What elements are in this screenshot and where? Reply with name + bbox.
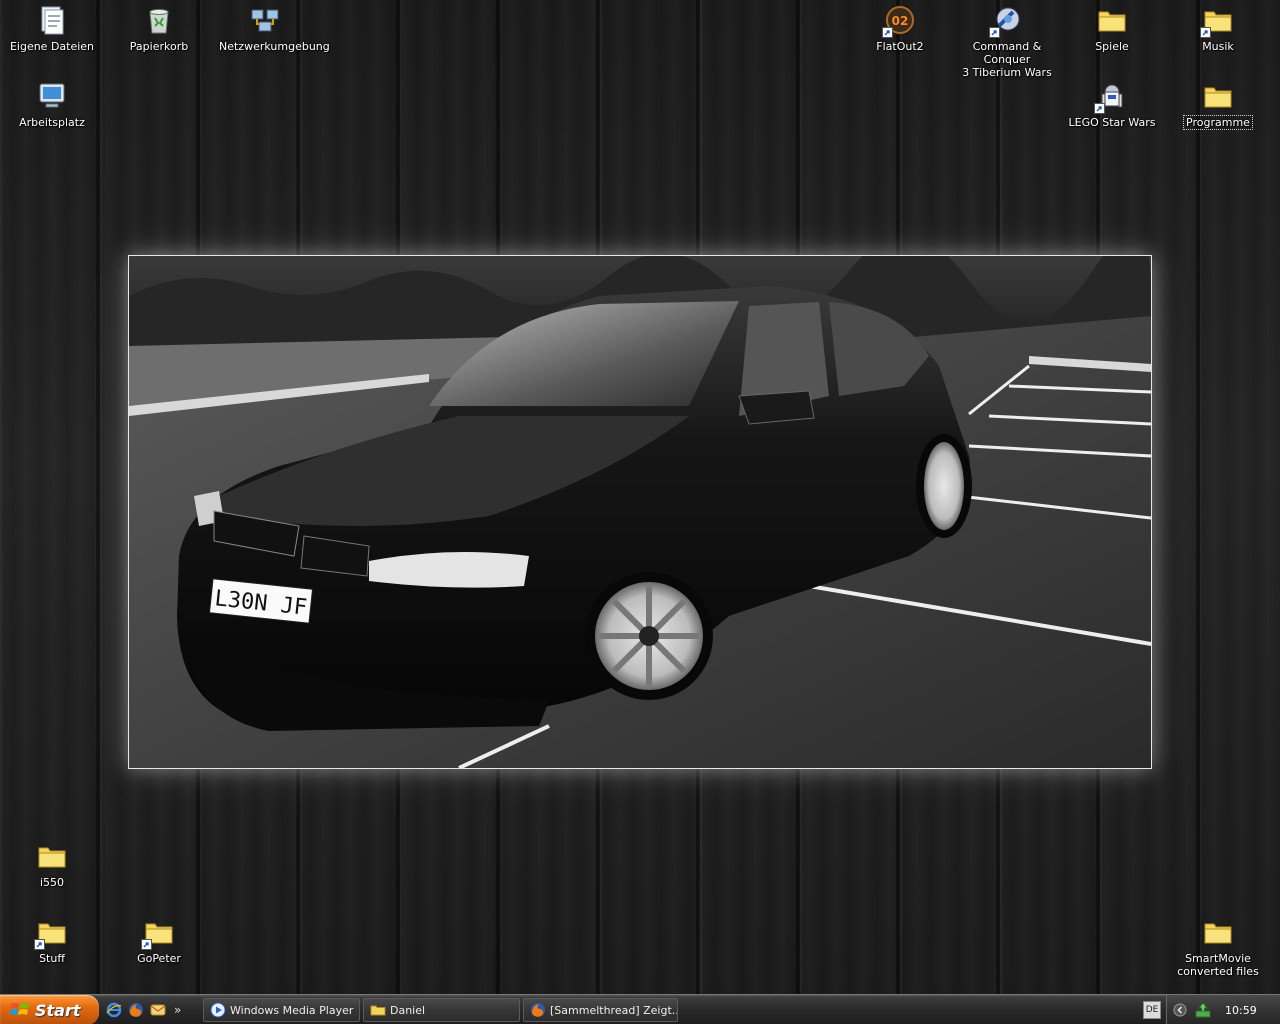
cnc-game-icon [989,4,1023,38]
folder-icon [370,1002,386,1018]
clock[interactable]: 10:59 [1225,1004,1257,1017]
desktop-icon-label: Spiele [1095,40,1129,53]
start-button[interactable]: Start [0,995,99,1024]
desktop-icon-cnc3[interactable]: Command & Conquer 3 Tiberium Wars [948,4,1066,79]
desktop-icon-musik[interactable]: Musik [1170,4,1266,53]
desktop-icon-stuff[interactable]: Stuff [4,916,100,965]
folder-icon [1202,916,1234,948]
task-daniel[interactable]: Daniel [363,998,520,1022]
car-photo: L30N JF [129,256,1151,768]
shortcut-arrow-icon [34,939,45,950]
network-icon [249,4,281,36]
desktop-icon-label: Papierkorb [129,40,189,53]
shortcut-arrow-icon [141,939,152,950]
taskbar: Start » Windows Media Player Daniel [Sam… [0,994,1280,1024]
tray-expand-icon[interactable] [1173,1003,1187,1017]
shortcut-arrow-icon [1094,103,1105,114]
r2d2-game-icon [1094,80,1128,114]
documents-icon [36,4,68,36]
folder-icon [141,916,175,950]
flatout-game-icon: 02 [882,4,916,38]
desktop-icon-label: Arbeitsplatz [19,116,85,129]
shortcut-arrow-icon [1200,27,1211,38]
desktop-icon-flatout2[interactable]: 02 FlatOut2 [852,4,948,53]
shortcut-arrow-icon [989,27,1000,38]
start-label: Start [35,1000,81,1020]
svg-text:02: 02 [892,14,909,28]
desktop-icon-label: Musik [1202,40,1234,53]
windows-logo-icon [10,1001,30,1019]
task-windows-media-player[interactable]: Windows Media Player [203,998,360,1022]
desktop-icon-smartmovie[interactable]: SmartMovie converted files [1170,916,1266,978]
task-label: [Sammelthread] Zeigt... [550,1003,678,1017]
desktop-icon-i550[interactable]: i550 [4,840,100,889]
desktop-icon-label: Netzwerkumgebung [219,40,330,53]
firefox-icon[interactable] [128,1002,144,1018]
folder-icon [34,916,68,950]
firefox-icon [530,1002,546,1018]
quick-launch: » [106,999,181,1021]
ie-icon[interactable] [106,1002,122,1018]
folder-icon [36,840,68,872]
wallpaper-photo: L30N JF [128,255,1152,769]
system-tray: DE 10:59 [1143,995,1280,1024]
language-indicator[interactable]: DE [1143,1001,1161,1019]
desktop-icon-papierkorb[interactable]: Papierkorb [111,4,207,53]
task-label: Windows Media Player [230,1003,354,1017]
desktop-icon-arbeitsplatz[interactable]: Arbeitsplatz [4,80,100,129]
desktop-icon-label: FlatOut2 [876,40,924,53]
folder-icon [1200,4,1234,38]
desktop-icon-label: Stuff [39,952,65,965]
network-tray-icon[interactable] [1195,1002,1211,1018]
task-firefox-sammelthread[interactable]: [Sammelthread] Zeigt... [523,998,678,1022]
computer-icon [36,80,68,112]
desktop-icon-lego-star-wars[interactable]: LEGO Star Wars [1064,80,1160,129]
desktop-icon-label: Programme [1183,115,1253,130]
quicklaunch-more-button[interactable]: » [174,1003,181,1017]
desktop-icon-label: LEGO Star Wars [1068,116,1156,129]
desktop-icon-label: i550 [39,876,65,889]
media-player-icon [210,1002,226,1018]
desktop-icon-spiele[interactable]: Spiele [1064,4,1160,53]
desktop-icon-label: SmartMovie converted files [1177,952,1259,978]
desktop-icon-gopeter[interactable]: GoPeter [111,916,207,965]
desktop-icon-label: Command & Conquer 3 Tiberium Wars [962,40,1052,79]
desktop-icon-eigene-dateien[interactable]: Eigene Dateien [4,4,100,53]
recycle-bin-icon [143,4,175,36]
folder-icon [1096,4,1128,36]
task-label: Daniel [390,1003,426,1017]
folder-icon [1202,80,1234,112]
desktop-icon-netzwerkumgebung[interactable]: Netzwerkumgebung [217,4,330,53]
thunderbird-icon[interactable] [150,1002,166,1018]
shortcut-arrow-icon [882,27,893,38]
desktop-icon-label: Eigene Dateien [9,40,95,53]
desktop-icon-programme[interactable]: Programme [1170,80,1266,130]
desktop-icon-label: GoPeter [137,952,181,965]
